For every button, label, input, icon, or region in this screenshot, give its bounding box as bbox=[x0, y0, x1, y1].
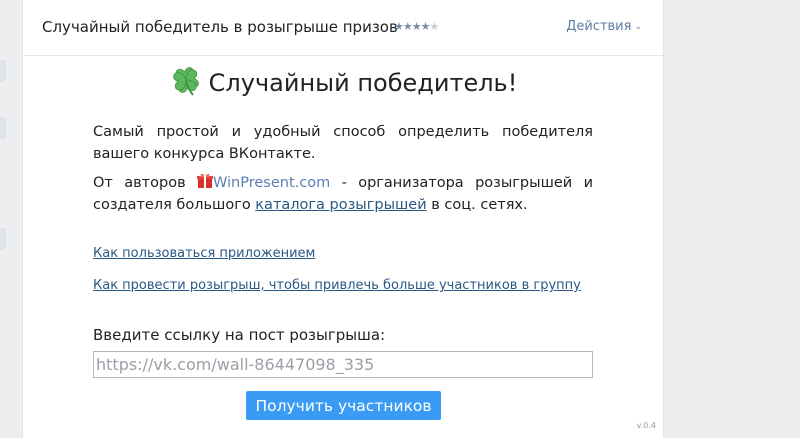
left-nav-stub[interactable] bbox=[0, 60, 6, 82]
how-to-run-giveaway-link[interactable]: Как провести розыгрыш, чтобы привлечь бо… bbox=[93, 278, 581, 293]
four-leaf-clover-icon bbox=[172, 67, 199, 96]
app-title: Случайный победитель! bbox=[23, 64, 663, 98]
app-panel: Случайный победитель в розыгрыше призов … bbox=[22, 0, 664, 438]
actions-label: Действия bbox=[566, 19, 632, 34]
app-header: Случайный победитель в розыгрыше призов … bbox=[23, 0, 663, 56]
chevron-down-icon: ⌄ bbox=[634, 22, 642, 32]
app-title-text: Случайный победитель! bbox=[208, 69, 518, 97]
get-participants-button[interactable]: Получить участников bbox=[246, 391, 441, 420]
gift-icon bbox=[197, 173, 213, 188]
authors-suffix: в соц. сетях. bbox=[426, 197, 528, 213]
post-url-label: Введите ссылку на пост розыгрыша: bbox=[93, 326, 386, 344]
authors-prefix: От авторов bbox=[93, 175, 197, 191]
left-nav-stub[interactable] bbox=[0, 228, 6, 250]
catalog-link[interactable]: каталога розыгрышей bbox=[255, 197, 426, 213]
rating-empty-star: ★ bbox=[429, 20, 439, 33]
rating-stars: ★★★★★ bbox=[394, 20, 439, 33]
rating-filled-stars: ★★★★ bbox=[394, 20, 430, 33]
brand-link[interactable]: WinPresent.com bbox=[213, 175, 330, 191]
app-header-title: Случайный победитель в розыгрыше призов bbox=[42, 18, 398, 36]
app-description: Самый простой и удобный способ определит… bbox=[93, 124, 593, 162]
how-to-use-link[interactable]: Как пользоваться приложением bbox=[93, 246, 315, 261]
post-url-input[interactable] bbox=[93, 351, 593, 378]
app-authors-text: От авторов WinPresent.com - организатора… bbox=[93, 172, 593, 216]
left-nav-stub[interactable] bbox=[0, 117, 6, 139]
actions-menu-button[interactable]: Действия ⌄ bbox=[566, 19, 642, 34]
version-label: v.0.4 bbox=[636, 421, 656, 430]
